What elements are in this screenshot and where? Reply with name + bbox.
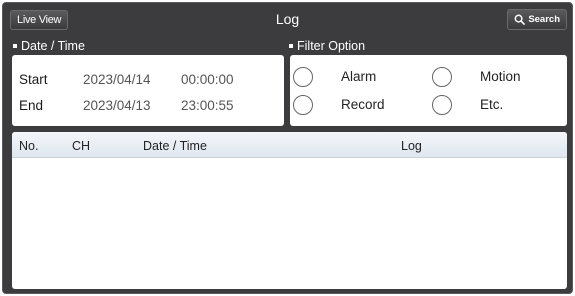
search-button[interactable]: Search: [507, 9, 567, 30]
date-time-section-title: Date / Time: [21, 39, 85, 53]
filter-option-alarm[interactable]: Alarm: [293, 67, 376, 87]
column-header-ch[interactable]: CH: [72, 139, 90, 153]
top-bar: Live View Log Search: [3, 3, 572, 35]
bullet-icon: [13, 44, 17, 48]
end-label: End: [19, 98, 44, 113]
filter-section-label: Filter Option: [289, 39, 365, 53]
filter-option-motion[interactable]: Motion: [432, 67, 521, 87]
filter-panel: Alarm Motion Record Etc.: [290, 55, 567, 126]
filter-section-title: Filter Option: [297, 39, 366, 53]
log-table-body[interactable]: [12, 159, 567, 289]
search-icon: [514, 14, 526, 25]
column-header-date-time[interactable]: Date / Time: [143, 139, 207, 153]
start-label: Start: [19, 72, 48, 87]
radio-button-motion[interactable]: [432, 67, 452, 87]
date-time-panel: Start 2023/04/14 00:00:00 End 2023/04/13…: [12, 55, 284, 126]
log-table-header: No. CH Date / Time Log: [12, 132, 567, 158]
filter-option-etc[interactable]: Etc.: [432, 95, 503, 115]
search-button-label: Search: [528, 14, 560, 25]
radio-button-etc[interactable]: [432, 95, 452, 115]
filter-option-record[interactable]: Record: [293, 95, 385, 115]
end-time-value[interactable]: 23:00:55: [181, 98, 234, 113]
radio-button-record[interactable]: [293, 95, 313, 115]
log-window: Live View Log Search Date / Time Filter …: [2, 2, 573, 294]
bullet-icon: [289, 44, 293, 48]
end-date-value[interactable]: 2023/04/13: [83, 98, 151, 113]
start-time-value[interactable]: 00:00:00: [181, 72, 234, 87]
column-header-log[interactable]: Log: [401, 139, 422, 153]
radio-button-alarm[interactable]: [293, 67, 313, 87]
column-header-no[interactable]: No.: [19, 139, 38, 153]
filter-option-label: Motion: [480, 69, 521, 84]
date-time-section-label: Date / Time: [13, 39, 85, 53]
page-title: Log: [275, 11, 300, 27]
filter-option-label: Record: [341, 97, 385, 112]
start-date-value[interactable]: 2023/04/14: [83, 72, 151, 87]
log-table[interactable]: No. CH Date / Time Log: [12, 132, 567, 289]
filter-option-label: Alarm: [341, 69, 377, 84]
filter-option-label: Etc.: [480, 97, 504, 112]
